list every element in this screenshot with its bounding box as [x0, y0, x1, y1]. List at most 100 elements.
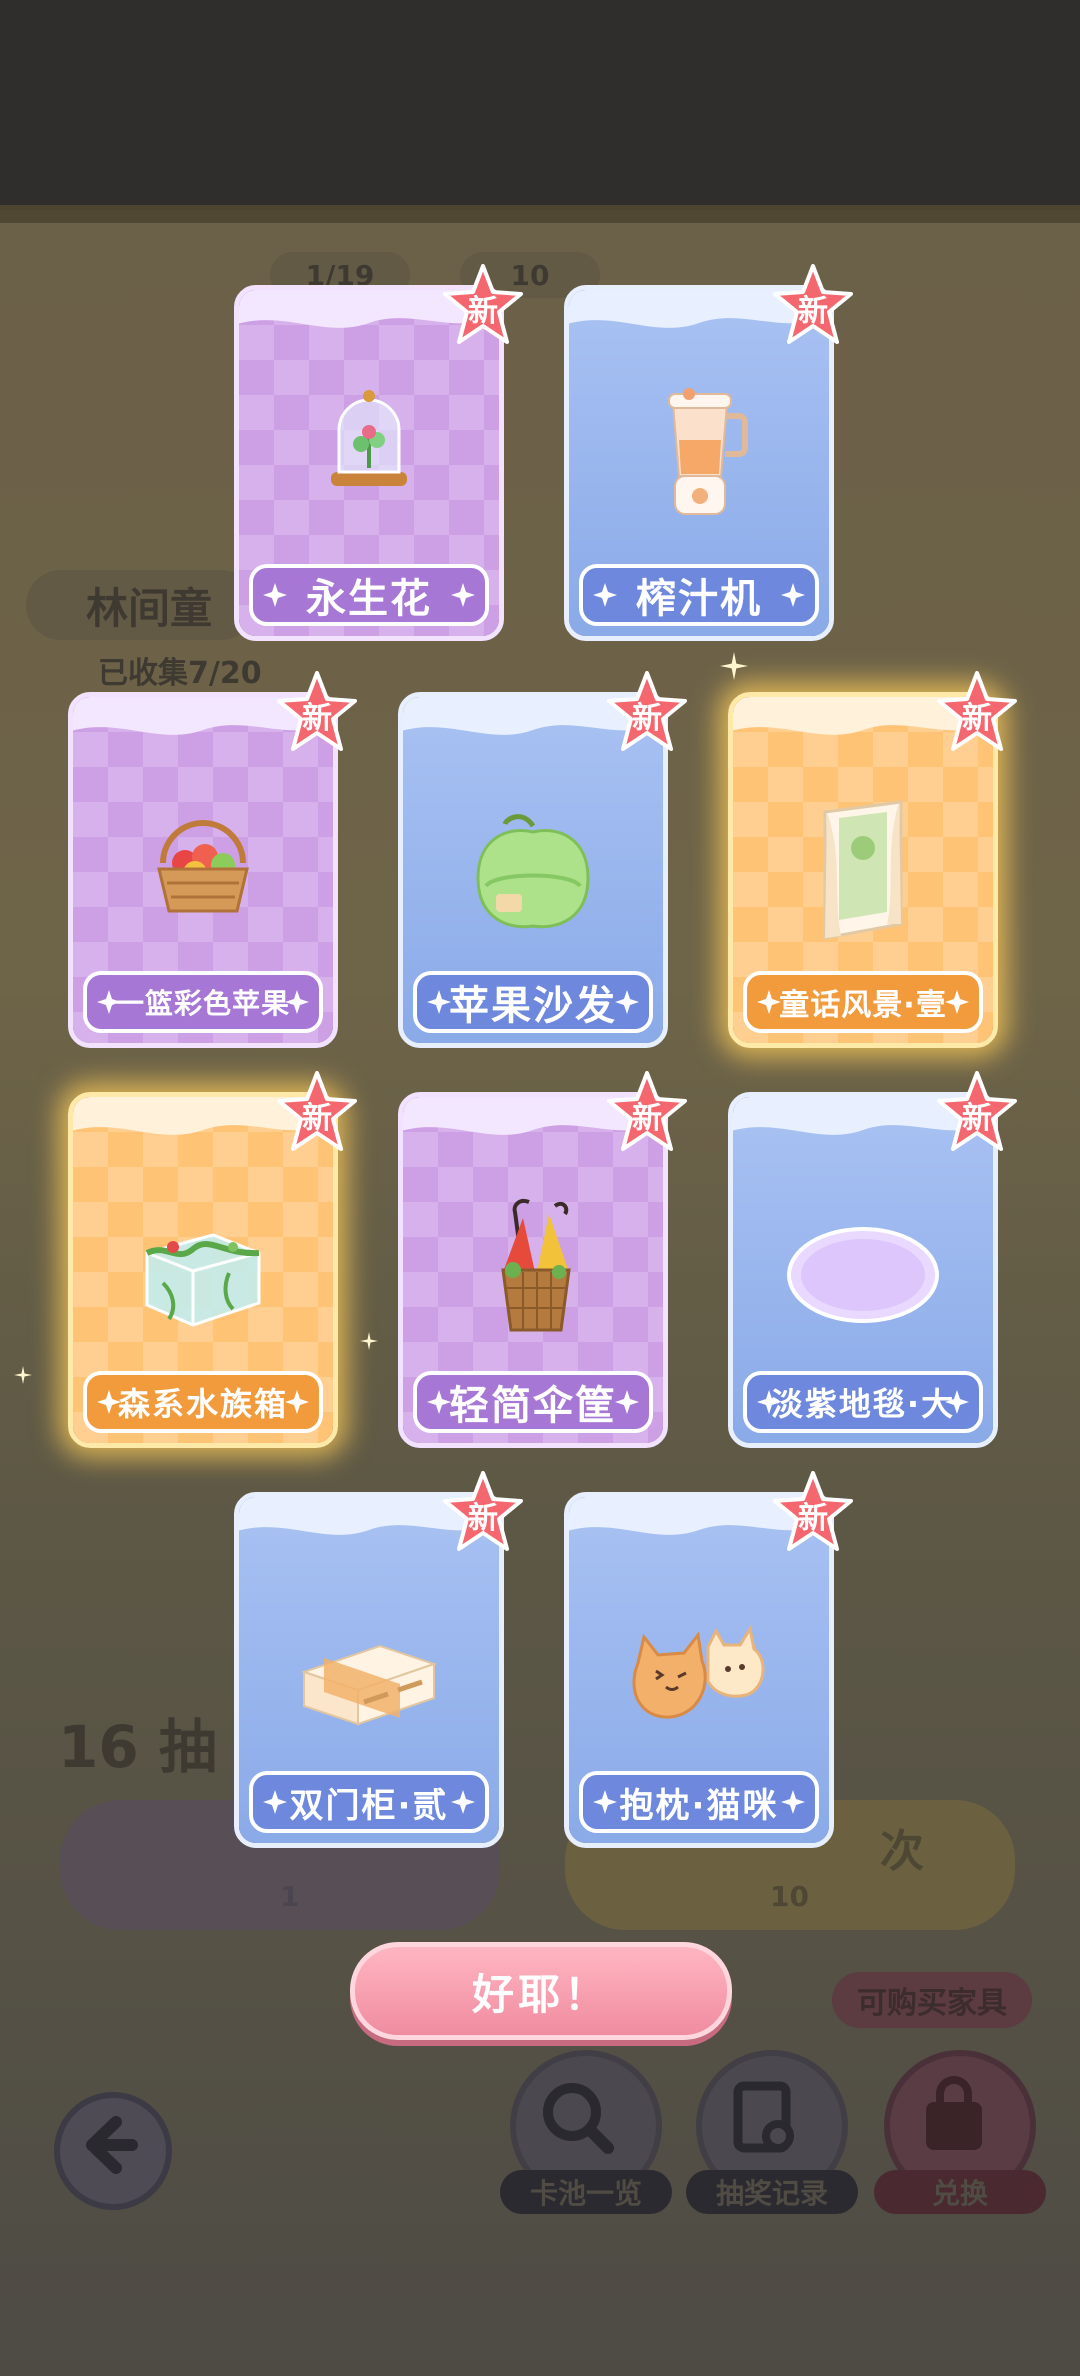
- sparkle-icon: [285, 990, 309, 1014]
- sparkle-icon: [781, 583, 805, 607]
- new-badge: 新: [935, 671, 1019, 755]
- glass-dome-flower-icon: [331, 390, 407, 486]
- bg-event-title: 林间童: [26, 570, 256, 640]
- sparkle-icon: [285, 1390, 309, 1414]
- exchange-label: 兑换: [874, 2170, 1046, 2214]
- top-bar-dimmed: [0, 0, 1080, 210]
- card-name: 童话风景·壹: [779, 988, 947, 1023]
- bg-collected-count: 已收集7/20: [98, 656, 262, 691]
- record-search-icon: [733, 2081, 794, 2153]
- new-badge: 新: [275, 1071, 359, 1155]
- magnifier-icon: [543, 2083, 614, 2154]
- card-name: 抱枕·猫咪: [619, 1785, 779, 1826]
- sparkle-icon: [757, 990, 781, 1014]
- sparkle-icon: [593, 583, 617, 607]
- card-name: 双门柜·贰: [289, 1785, 449, 1826]
- window-curtain-icon: [823, 800, 903, 940]
- new-badge: 新: [605, 1071, 689, 1155]
- sparkle-icon: [14, 1366, 32, 1384]
- card-name-plate: 榨汁机: [579, 564, 819, 626]
- juicer-icon: [668, 388, 748, 515]
- card-name-plate: 永生花: [249, 564, 489, 626]
- cabinet-icon: [300, 1644, 438, 1726]
- reward-card[interactable]: 淡紫地毯·大 新: [728, 1071, 1017, 1448]
- reward-card[interactable]: 轻简伞筐 新: [398, 1071, 687, 1448]
- card-name: 榨汁机: [636, 576, 762, 622]
- reward-card[interactable]: 抱枕·猫咪 新: [564, 1471, 853, 1848]
- new-badge-label: 新: [302, 701, 332, 736]
- umbrella-basket-icon: [501, 1199, 571, 1332]
- card-name-plate: 淡紫地毯·大: [743, 1371, 983, 1433]
- sparkle-icon: [615, 990, 639, 1014]
- reward-card[interactable]: 童话风景·壹 新: [728, 671, 1017, 1048]
- sparkle-icon: [945, 1390, 969, 1414]
- reward-card[interactable]: 永生花 新: [234, 264, 523, 641]
- apple-basket-icon: [157, 820, 249, 913]
- card-name-plate: 童话风景·壹: [743, 971, 983, 1033]
- sparkle-icon: [757, 1390, 781, 1414]
- lavender-rug-icon: [787, 1227, 939, 1323]
- card-name: 轻简伞筐: [449, 1383, 617, 1429]
- new-badge-label: 新: [632, 1101, 662, 1136]
- new-badge-label: 新: [468, 1501, 498, 1536]
- sparkle-icon: [97, 1390, 121, 1414]
- card-name: 苹果沙发: [449, 983, 617, 1029]
- sparkle-icon: [615, 1390, 639, 1414]
- back-button: [54, 2092, 172, 2210]
- sparkle-icon: [427, 990, 451, 1014]
- aquarium-icon: [145, 1233, 261, 1327]
- card-name: 森系水族箱: [117, 1385, 288, 1423]
- cat-pillow-icon: [632, 1625, 765, 1719]
- new-badge: 新: [771, 1471, 855, 1555]
- card-name-plate: 苹果沙发: [413, 971, 653, 1033]
- card-name-plate: 一篮彩色苹果: [83, 971, 323, 1033]
- sparkle-icon: [781, 1790, 805, 1814]
- bg-single-draw-cost: 1: [280, 1880, 300, 1913]
- bg-ten-draw-cost: 10: [770, 1880, 809, 1913]
- card-name: 淡紫地毯·大: [770, 1385, 956, 1423]
- card-name-plate: 轻简伞筐: [413, 1371, 653, 1433]
- new-badge: 新: [771, 264, 855, 348]
- new-badge-label: 新: [302, 1101, 332, 1136]
- card-name: 一篮彩色苹果: [115, 987, 290, 1020]
- new-badge: 新: [441, 264, 525, 348]
- sparkle-icon: [360, 1332, 378, 1350]
- top-stripe: [0, 205, 1080, 223]
- reward-card[interactable]: 双门柜·贰 新: [234, 1471, 523, 1848]
- sparkle-icon: [263, 583, 287, 607]
- new-badge-label: 新: [962, 701, 992, 736]
- apple-sofa-icon: [476, 814, 590, 929]
- new-badge-label: 新: [632, 701, 662, 736]
- new-badge-label: 新: [798, 294, 828, 329]
- card-name-plate: 抱枕·猫咪: [579, 1771, 819, 1833]
- new-badge-label: 新: [962, 1101, 992, 1136]
- new-badge-label: 新: [468, 294, 498, 329]
- reward-card[interactable]: 苹果沙发 新: [398, 671, 687, 1048]
- reward-card[interactable]: 森系水族箱 新: [68, 1071, 357, 1448]
- sparkle-icon: [720, 652, 748, 680]
- new-badge: 新: [605, 671, 689, 755]
- confirm-button[interactable]: 好耶！: [350, 1942, 732, 2040]
- sparkle-icon: [263, 1790, 287, 1814]
- new-badge: 新: [441, 1471, 525, 1555]
- reward-card[interactable]: 一篮彩色苹果 新: [68, 671, 357, 1048]
- sparkle-icon: [945, 990, 969, 1014]
- back-arrow-icon: [86, 2116, 138, 2174]
- new-badge: 新: [935, 1071, 1019, 1155]
- bg-ten-draw-label: 次: [880, 1826, 924, 1877]
- bg-buy-furniture-tag: 可购买家具: [832, 1972, 1032, 2028]
- bg-pull-count: 16 抽: [58, 1713, 217, 1781]
- draw-record-label: 抽奖记录: [686, 2170, 858, 2214]
- card-name-plate: 森系水族箱: [83, 1371, 323, 1433]
- new-badge: 新: [275, 671, 359, 755]
- card-name: 永生花: [306, 576, 432, 622]
- card-name-plate: 双门柜·贰: [249, 1771, 489, 1833]
- reward-card[interactable]: 榨汁机 新: [564, 264, 853, 641]
- new-badge-label: 新: [798, 1501, 828, 1536]
- sparkle-icon: [451, 1790, 475, 1814]
- sparkle-icon: [593, 1790, 617, 1814]
- sparkle-icon: [97, 990, 121, 1014]
- card-pool-label: 卡池一览: [500, 2170, 672, 2214]
- shopping-bag-icon: [926, 2076, 982, 2150]
- sparkle-icon: [451, 583, 475, 607]
